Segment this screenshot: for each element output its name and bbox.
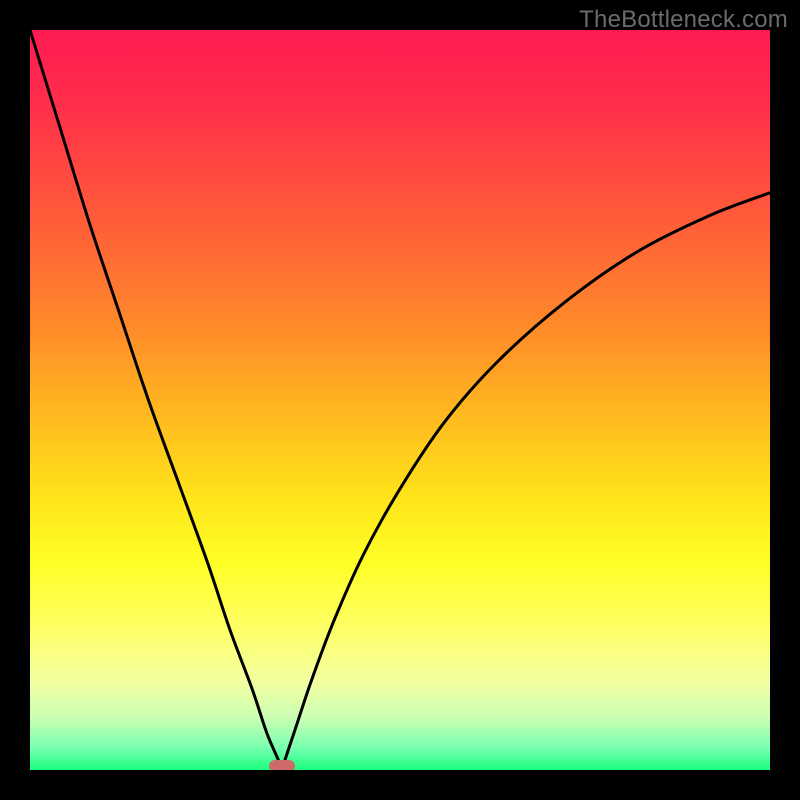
watermark-text: TheBottleneck.com xyxy=(579,6,788,34)
chart-frame: TheBottleneck.com xyxy=(0,0,800,800)
plot-area xyxy=(30,30,770,770)
bottleneck-curve xyxy=(30,30,770,770)
minimum-marker xyxy=(269,760,295,770)
